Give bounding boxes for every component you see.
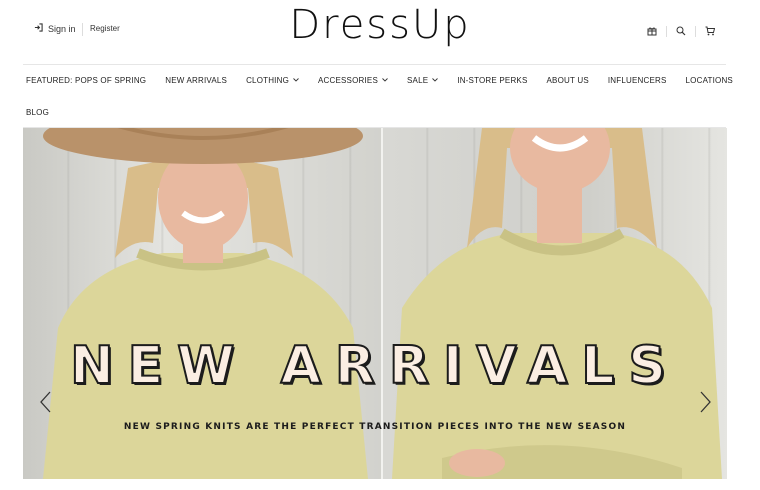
nav-label: ABOUT US — [546, 76, 589, 85]
nav-item-blog[interactable]: BLOG — [26, 108, 49, 117]
nav-item-sale[interactable]: SALE — [407, 76, 439, 85]
main-nav: FEATURED: POPS OF SPRING NEW ARRIVALS CL… — [26, 76, 733, 85]
icon-separator — [695, 25, 696, 37]
nav-label: INFLUENCERS — [607, 76, 667, 85]
nav-item-featured[interactable]: FEATURED: POPS OF SPRING — [26, 76, 146, 85]
nav-item-locations[interactable]: LOCATIONS — [686, 76, 733, 85]
nav-item-clothing[interactable]: CLOTHING — [246, 76, 299, 85]
nav-label: FEATURED: POPS OF SPRING — [26, 76, 147, 85]
site-header: Sign in Register DressUp — [0, 0, 760, 64]
gift-icon[interactable] — [646, 25, 658, 37]
nav-item-about-us[interactable]: ABOUT US — [547, 76, 589, 85]
nav-label: NEW ARRIVALS — [165, 76, 228, 85]
nav-item-accessories[interactable]: ACCESSORIES — [318, 76, 388, 85]
nav-label: IN-STORE PERKS — [457, 76, 528, 85]
nav-item-influencers[interactable]: INFLUENCERS — [608, 76, 667, 85]
header-icons — [646, 25, 716, 37]
nav-label: CLOTHING — [246, 76, 289, 85]
icon-separator — [666, 25, 667, 37]
chevron-down-icon — [382, 77, 388, 84]
nav-item-new-arrivals[interactable]: NEW ARRIVALS — [165, 76, 227, 85]
nav-label: BLOG — [26, 108, 50, 117]
hero-subtitle: NEW SPRING KNITS ARE THE PERFECT TRANSIT… — [123, 422, 627, 432]
nav-label: SALE — [407, 76, 429, 85]
nav-item-in-store-perks[interactable]: IN-STORE PERKS — [457, 76, 527, 85]
chevron-right-icon[interactable] — [697, 390, 713, 414]
hero-banner[interactable]: NEW ARRIVALS NEW SPRING KNITS ARE THE PE… — [23, 128, 727, 479]
hero-title: NEW ARRIVALS — [69, 335, 680, 397]
chevron-down-icon — [293, 77, 299, 84]
nav-top-divider — [23, 64, 726, 65]
cart-icon[interactable] — [704, 25, 716, 37]
nav-label: ACCESSORIES — [318, 76, 378, 85]
search-icon[interactable] — [675, 25, 687, 37]
chevron-down-icon — [432, 77, 439, 84]
nav-label: LOCATIONS — [685, 76, 733, 85]
chevron-left-icon[interactable] — [38, 390, 54, 414]
